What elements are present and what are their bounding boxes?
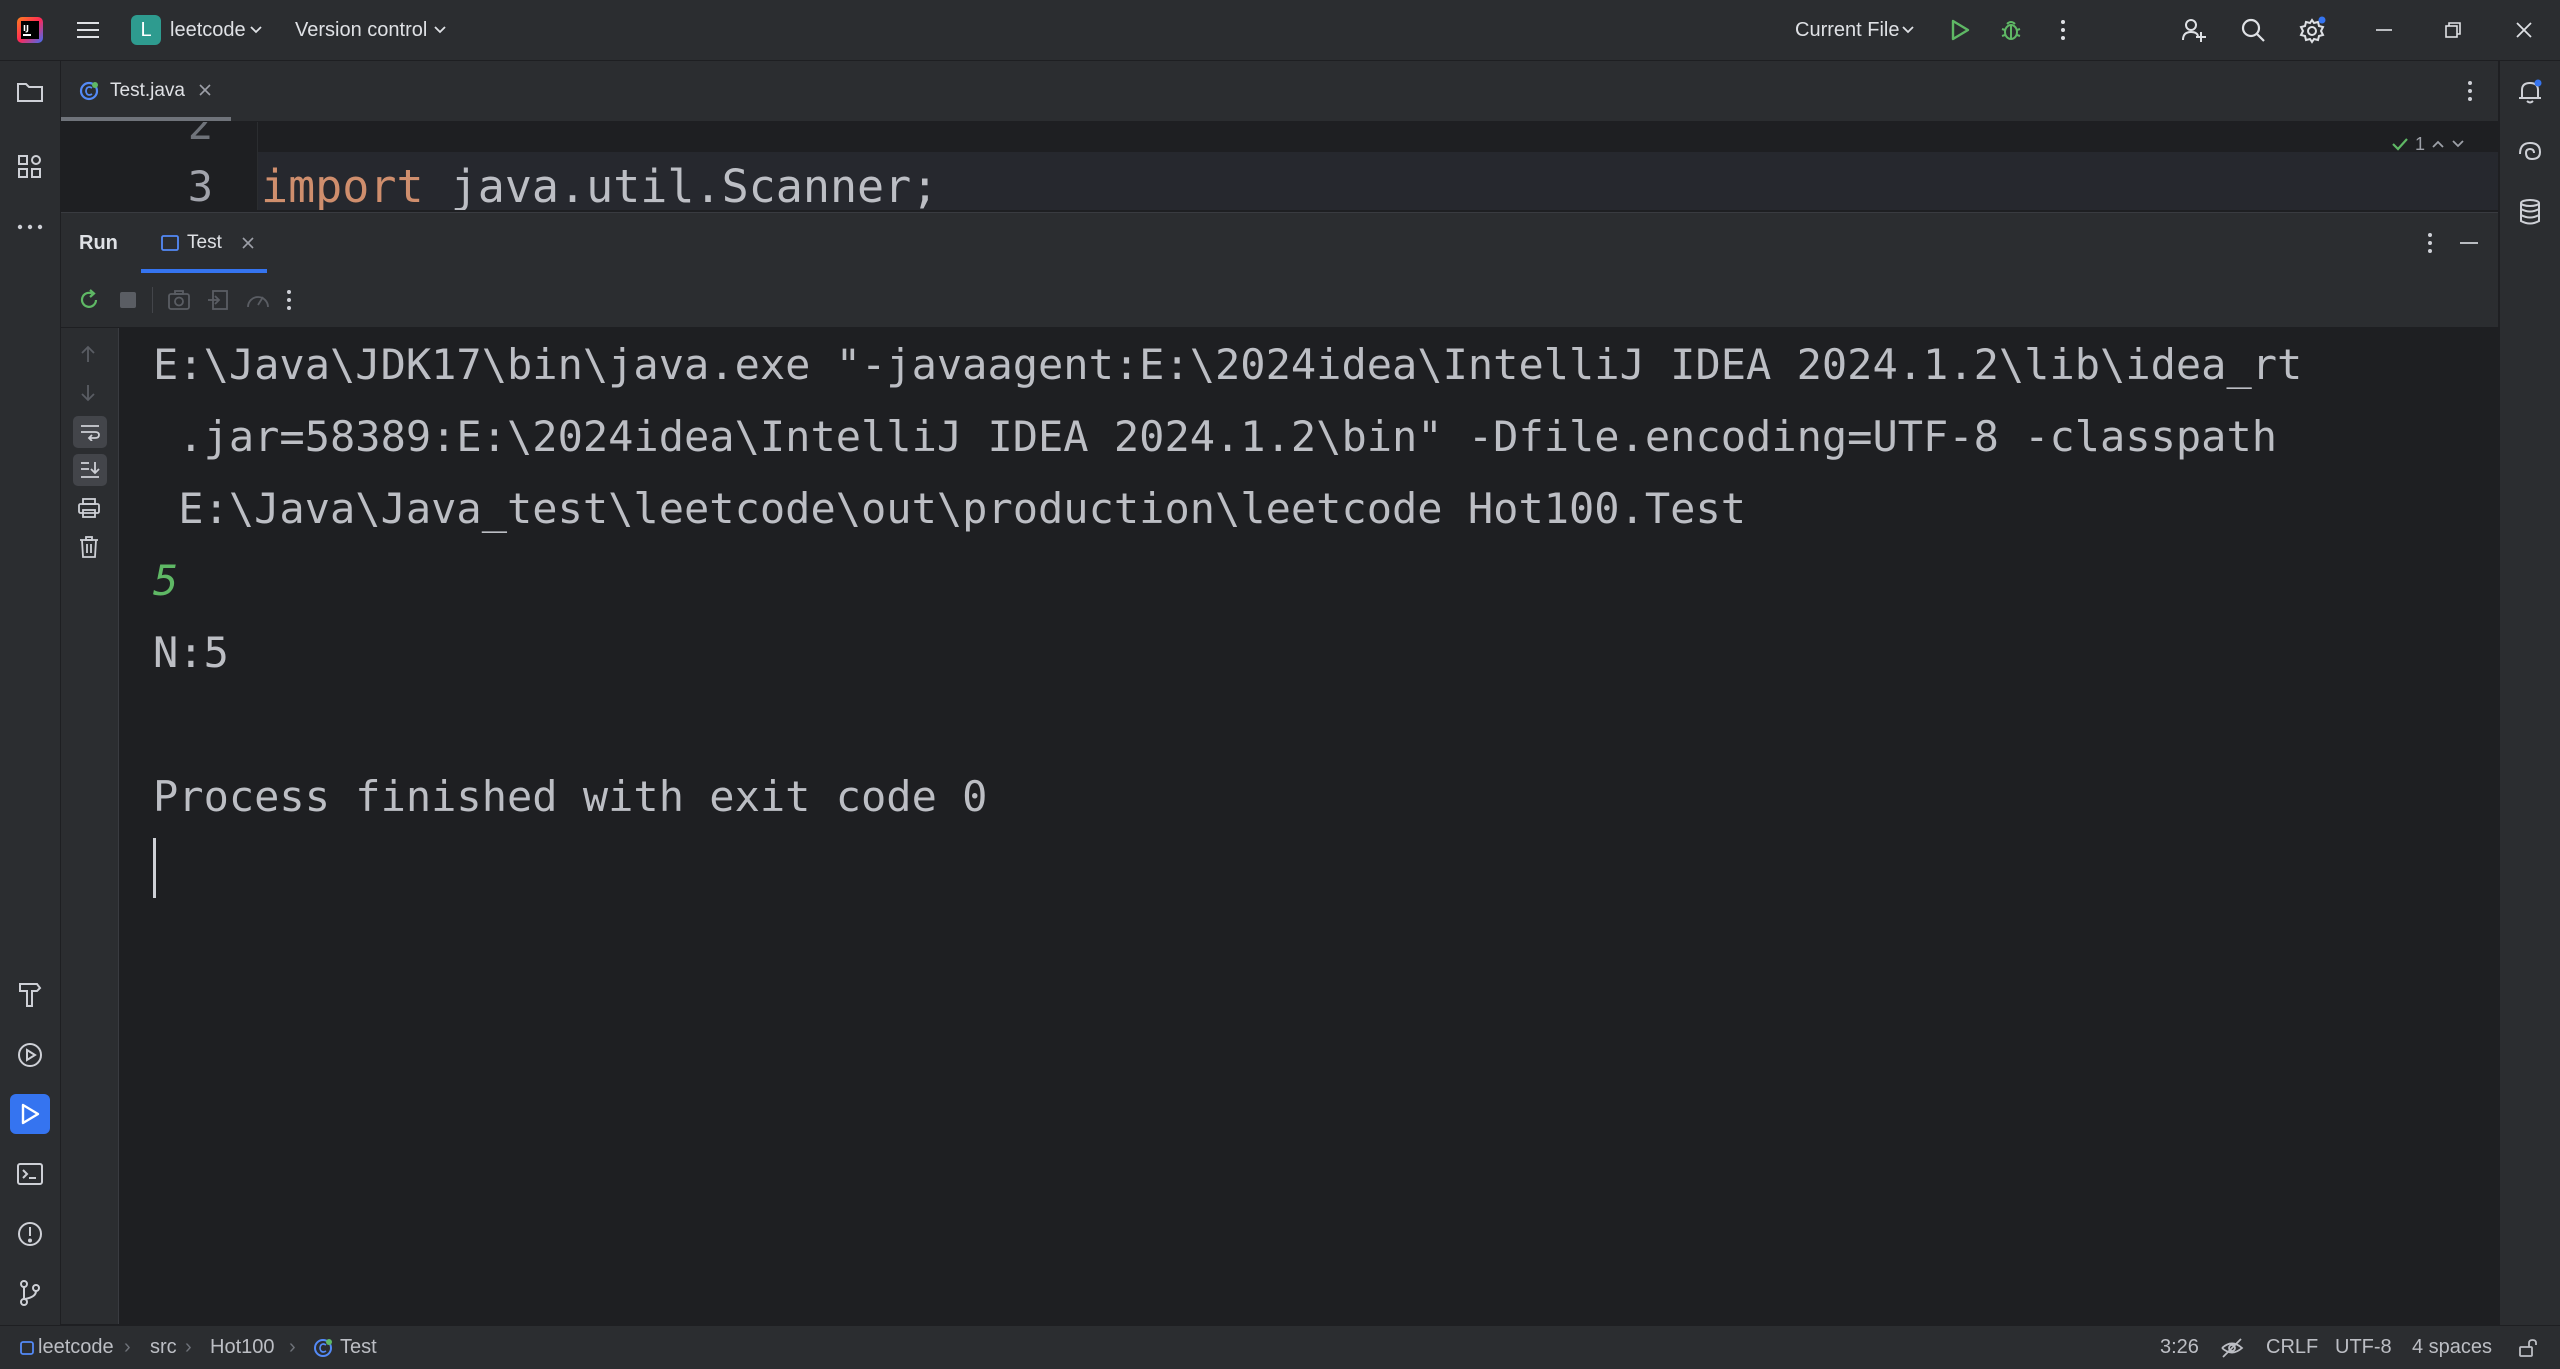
hide-panel-icon[interactable] <box>2459 241 2479 245</box>
chevron-down-icon[interactable] <box>2451 139 2465 149</box>
build-hammer-icon[interactable] <box>10 975 50 1015</box>
restore-window-icon[interactable] <box>2437 14 2469 46</box>
module-icon <box>20 1341 34 1355</box>
line-number: 2 <box>187 122 213 149</box>
chevron-down-icon[interactable] <box>244 14 268 46</box>
left-tool-strip <box>0 61 61 1325</box>
breadcrumb-item[interactable]: Hot100 <box>210 1326 275 1369</box>
inspection-widget[interactable]: 1 <box>2391 132 2465 156</box>
minimize-window-icon[interactable] <box>2368 14 2400 46</box>
terminal-icon[interactable] <box>10 1154 50 1194</box>
code-line: import java.util.Scanner; <box>261 160 938 210</box>
java-class-icon <box>79 81 99 101</box>
down-arrow-icon[interactable] <box>78 383 98 403</box>
inspection-count: 1 <box>2415 133 2426 154</box>
more-actions-icon[interactable] <box>286 289 292 311</box>
toolbar-separator <box>152 287 153 313</box>
console-command-line: .jar=58389:E:\2024idea\IntelliJ IDEA 202… <box>153 412 2278 461</box>
project-name[interactable]: leetcode <box>170 0 246 60</box>
close-window-icon[interactable] <box>2508 14 2540 46</box>
caret-position[interactable]: 3:26 <box>2160 1326 2199 1369</box>
svg-text:IJ: IJ <box>23 24 29 33</box>
breadcrumb-item[interactable]: src <box>150 1326 177 1369</box>
settings-gear-icon[interactable] <box>2296 14 2328 46</box>
exit-icon[interactable] <box>207 289 229 311</box>
run-icon[interactable] <box>1944 14 1976 46</box>
text-caret <box>153 838 156 898</box>
add-user-icon[interactable] <box>2178 14 2210 46</box>
services-icon[interactable] <box>10 1035 50 1075</box>
ai-assistant-icon[interactable] <box>2510 132 2550 172</box>
dump-threads-camera-icon[interactable] <box>167 289 191 311</box>
console-output[interactable]: E:\Java\JDK17\bin\java.exe "-javaagent:E… <box>119 328 2498 1324</box>
up-arrow-icon[interactable] <box>78 344 98 364</box>
project-folder-icon[interactable] <box>10 72 50 112</box>
breadcrumb-item[interactable]: Test <box>340 1326 377 1369</box>
search-icon[interactable] <box>2237 14 2269 46</box>
console-toolbar <box>61 328 119 1324</box>
code-editor[interactable]: 2 3 import java.util.Scanner; 1 <box>61 122 2498 210</box>
no-highlighting-icon[interactable] <box>2220 1337 2244 1359</box>
breadcrumb-separator-icon: › <box>124 1336 131 1358</box>
stop-icon[interactable] <box>119 291 137 309</box>
run-tool-window-icon[interactable] <box>10 1094 50 1134</box>
editor-tab-bar: Test.java <box>61 61 2498 122</box>
run-tab-test[interactable]: Test <box>141 213 267 273</box>
console-program-output: N:5 <box>153 628 229 677</box>
scroll-to-end-icon[interactable] <box>73 454 107 486</box>
print-icon[interactable] <box>78 498 100 518</box>
code-keyword: import <box>261 160 424 210</box>
console-exit-message: Process finished with exit code 0 <box>153 772 988 821</box>
close-tab-icon[interactable] <box>198 83 212 97</box>
breadcrumb-item[interactable]: leetcode <box>38 1326 114 1369</box>
indent-setting[interactable]: 4 spaces <box>2412 1326 2492 1369</box>
tab-test-java[interactable]: Test.java <box>61 61 231 121</box>
console-command-line: E:\Java\JDK17\bin\java.exe "-javaagent:E… <box>153 340 2303 389</box>
breadcrumb-separator-icon: › <box>185 1336 192 1358</box>
intellij-logo-icon[interactable]: IJ <box>14 14 46 46</box>
line-number: 3 <box>187 162 213 210</box>
run-options-icon[interactable] <box>2427 232 2433 254</box>
run-configuration-selector[interactable]: Current File <box>1795 0 1899 60</box>
problems-icon[interactable] <box>10 1214 50 1254</box>
tab-options-icon[interactable] <box>2467 80 2473 102</box>
run-tab-label: Test <box>187 232 222 253</box>
run-toolbar <box>61 273 2498 328</box>
project-badge[interactable]: L <box>131 15 161 45</box>
checkmark-icon <box>2391 136 2409 152</box>
close-tab-icon[interactable] <box>241 236 255 250</box>
run-tool-window-header: Run Test <box>61 212 2498 273</box>
rerun-icon[interactable] <box>77 288 101 312</box>
tab-label: Test.java <box>110 80 185 101</box>
vcs-widget[interactable]: Version control <box>295 0 427 60</box>
git-branch-icon[interactable] <box>10 1273 50 1313</box>
console-tab-icon <box>161 235 179 251</box>
chevron-up-icon[interactable] <box>2431 139 2445 149</box>
more-actions-icon[interactable] <box>2047 14 2079 46</box>
code-text: java.util.Scanner; <box>423 160 939 210</box>
notifications-bell-icon[interactable] <box>2510 72 2550 112</box>
more-tool-windows-icon[interactable] <box>10 207 50 247</box>
right-tool-strip <box>2499 61 2560 1325</box>
soft-wrap-toggle-icon[interactable] <box>73 416 107 448</box>
chevron-down-icon[interactable] <box>1896 14 1920 46</box>
title-bar: IJ L leetcode Version control Current Fi… <box>0 0 2560 61</box>
console-command-line: E:\Java\Java_test\leetcode\out\productio… <box>153 484 1747 533</box>
console-user-input: 5 <box>153 556 179 605</box>
chevron-down-icon[interactable] <box>428 14 452 46</box>
status-bar: leetcode › src › Hot100 › Test 3:26 CRLF… <box>0 1325 2560 1369</box>
database-icon[interactable] <box>2510 192 2550 232</box>
unlock-icon[interactable] <box>2518 1338 2538 1358</box>
coverage-icon[interactable] <box>245 289 271 311</box>
clear-trash-icon[interactable] <box>79 536 99 558</box>
java-class-icon <box>313 1338 333 1358</box>
debug-icon[interactable] <box>1995 14 2027 46</box>
file-encoding[interactable]: UTF-8 <box>2335 1326 2392 1369</box>
breadcrumb-separator-icon: › <box>289 1336 296 1358</box>
run-panel-title: Run <box>79 232 118 254</box>
line-separator[interactable]: CRLF <box>2266 1326 2318 1369</box>
main-menu-icon[interactable] <box>72 14 104 46</box>
structure-icon[interactable] <box>10 147 50 187</box>
